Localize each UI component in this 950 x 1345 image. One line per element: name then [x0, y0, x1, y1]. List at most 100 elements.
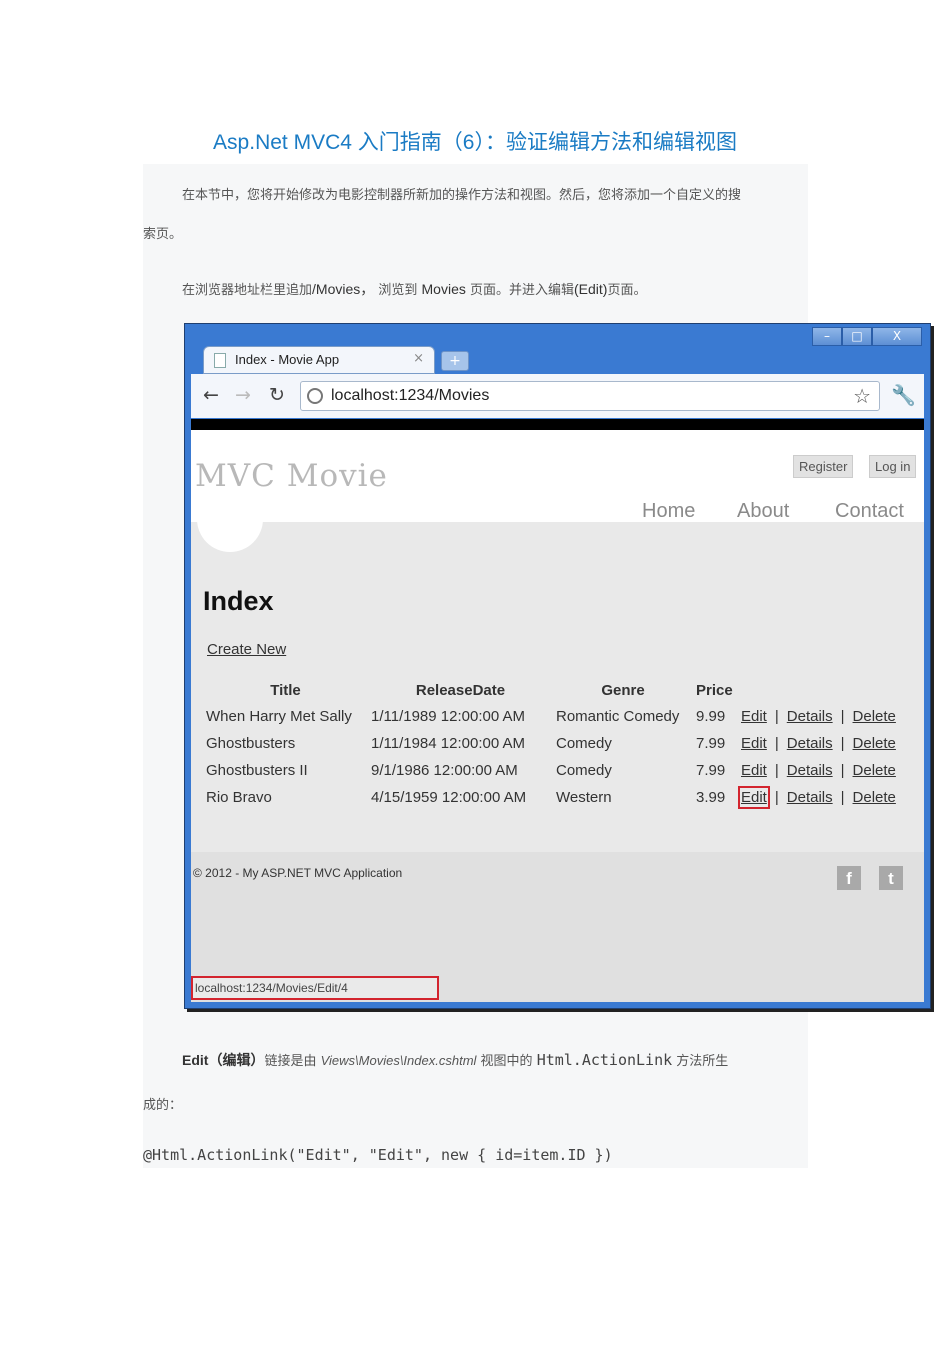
tab-close-icon[interactable]: × [413, 351, 424, 366]
cell-actions: Edit | Details | Delete [738, 730, 899, 757]
register-link[interactable]: Register [793, 455, 854, 478]
delete-link[interactable]: Delete [853, 789, 896, 806]
cell-date: 4/15/1959 12:00:00 AM [371, 789, 527, 806]
paragraph-actionlink-part: 方法所生 [672, 1054, 729, 1069]
paragraph-browse-part: 在浏览器地址栏里追加 [182, 283, 313, 298]
tab-title: Index - Movie App [235, 352, 340, 367]
reload-icon[interactable]: ↻ [269, 384, 285, 406]
page-viewport: MVC Movie Register Log in Home About Con… [191, 430, 924, 1002]
table-row: When Harry Met Sally 1/11/1989 12:00:00 … [203, 703, 899, 730]
paragraph-actionlink-part: Views\Movies\Index.cshtml [320, 1053, 477, 1068]
delete-link[interactable]: Delete [853, 735, 896, 752]
facebook-icon[interactable]: f [837, 866, 861, 890]
cell-date: 1/11/1989 12:00:00 AM [371, 708, 526, 725]
table-row: Rio Bravo 4/15/1959 12:00:00 AM Western … [203, 784, 899, 811]
status-bar-url: localhost:1234/Movies/Edit/4 [191, 976, 439, 1000]
edit-link-highlighted[interactable]: Edit [738, 786, 770, 809]
cell-actions: Edit | Details | Delete [738, 703, 899, 730]
site-logo[interactable]: MVC Movie [195, 458, 388, 494]
paragraph-browse-part: (Edit) [574, 281, 608, 297]
cell-price: 7.99 [696, 762, 726, 779]
header-curve [197, 512, 263, 552]
paragraph-actionlink: Edit（编辑）链接是由 Views\Movies\Index.cshtml 视… [182, 1050, 728, 1070]
bookmark-star-icon[interactable]: ☆ [853, 384, 871, 408]
new-tab-button[interactable]: + [441, 351, 469, 371]
globe-icon [307, 388, 323, 404]
cell-date: 1/11/1984 12:00:00 AM [371, 735, 526, 752]
nav-about[interactable]: About [737, 500, 789, 523]
details-link[interactable]: Details [787, 735, 833, 752]
browser-toolbar: ← → ↻ localhost:1234/Movies ☆ 🔧 [191, 374, 924, 418]
paragraph-actionlink-line2: 成的： [143, 1098, 183, 1113]
table-row: Ghostbusters 1/11/1984 12:00:00 AM Comed… [203, 730, 899, 757]
paragraph-actionlink-part: Html.ActionLink [536, 1051, 673, 1069]
cell-price: 3.99 [696, 789, 726, 806]
create-new-link[interactable]: Create New [207, 641, 286, 658]
black-bar [191, 419, 924, 430]
paragraph-intro-line1: 在本节中，您将开始修改为电影控制器所新加的操作方法和视图。然后，您将添加一个自定… [182, 188, 742, 203]
delete-link[interactable]: Delete [853, 762, 896, 779]
separator: | [774, 708, 779, 725]
table-header-row: Title ReleaseDate Genre Price [203, 677, 899, 703]
column-actions [738, 677, 899, 703]
separator: | [840, 762, 845, 779]
window-controls: – □ X [812, 327, 922, 347]
paragraph-browse-part: 页面。并进入编辑 [465, 283, 575, 298]
nav-home[interactable]: Home [642, 500, 695, 523]
delete-link[interactable]: Delete [853, 708, 896, 725]
browser-window: – □ X Index - Movie App × + ← → ↻ localh… [184, 323, 931, 1009]
separator: | [840, 735, 845, 752]
paragraph-actionlink-part: Edit（编辑） [182, 1052, 265, 1068]
edit-link[interactable]: Edit [741, 708, 767, 725]
address-bar[interactable]: localhost:1234/Movies ☆ [300, 381, 880, 411]
paragraph-browse-part: /Movies， [312, 281, 375, 297]
address-url[interactable]: localhost:1234/Movies [331, 387, 489, 405]
column-releasedate: ReleaseDate [415, 681, 506, 699]
cell-genre: Comedy [556, 762, 612, 779]
paragraph-actionlink-part: 视图中的 [476, 1054, 537, 1069]
column-title: Title [270, 681, 301, 699]
browser-tab[interactable]: Index - Movie App × [203, 346, 435, 374]
movies-table: Title ReleaseDate Genre Price When Harry… [203, 677, 899, 811]
cell-actions: Edit | Details | Delete [738, 784, 899, 811]
details-link[interactable]: Details [787, 762, 833, 779]
cell-title: Ghostbusters [206, 735, 296, 752]
page-heading: Index [203, 586, 274, 616]
nav-contact[interactable]: Contact [835, 500, 904, 523]
paragraph-intro-line2: 索页。 [143, 227, 183, 242]
cell-actions: Edit | Details | Delete [738, 757, 899, 784]
cell-genre: Comedy [556, 735, 612, 752]
separator: | [774, 735, 779, 752]
maximize-button[interactable]: □ [842, 327, 872, 346]
forward-arrow-icon[interactable]: → [235, 384, 251, 406]
site-footer: © 2012 - My ASP.NET MVC Application f t … [191, 852, 924, 1002]
details-link[interactable]: Details [787, 789, 833, 806]
paragraph-browse-part: 浏览到 [374, 283, 422, 298]
column-price: Price [696, 681, 733, 699]
separator: | [774, 762, 779, 779]
login-link[interactable]: Log in [869, 455, 917, 478]
table-row: Ghostbusters II 9/1/1986 12:00:00 AM Com… [203, 757, 899, 784]
site-header: MVC Movie Register Log in Home About Con… [191, 430, 924, 522]
separator: | [774, 789, 779, 806]
cell-price: 9.99 [696, 708, 726, 725]
paragraph-browse: 在浏览器地址栏里追加/Movies， 浏览到 Movies 页面。并进入编辑(E… [182, 279, 646, 299]
paragraph-browse-part: Movies [421, 281, 466, 297]
cell-genre: Western [556, 789, 612, 806]
close-window-button[interactable]: X [872, 327, 922, 346]
cell-genre: Romantic Comedy [556, 708, 680, 725]
details-link[interactable]: Details [787, 708, 833, 725]
edit-link[interactable]: Edit [741, 762, 767, 779]
cell-price: 7.99 [696, 735, 726, 752]
edit-link[interactable]: Edit [741, 735, 767, 752]
page-icon [214, 353, 226, 368]
cell-title: When Harry Met Sally [206, 708, 352, 725]
twitter-icon[interactable]: t [879, 866, 903, 890]
minimize-button[interactable]: – [812, 327, 842, 346]
wrench-icon[interactable]: 🔧 [891, 383, 916, 407]
back-arrow-icon[interactable]: ← [203, 384, 219, 406]
separator: | [840, 708, 845, 725]
code-snippet: @Html.ActionLink("Edit", "Edit", new { i… [143, 1146, 613, 1164]
separator: | [840, 789, 845, 806]
column-genre: Genre [601, 681, 645, 699]
